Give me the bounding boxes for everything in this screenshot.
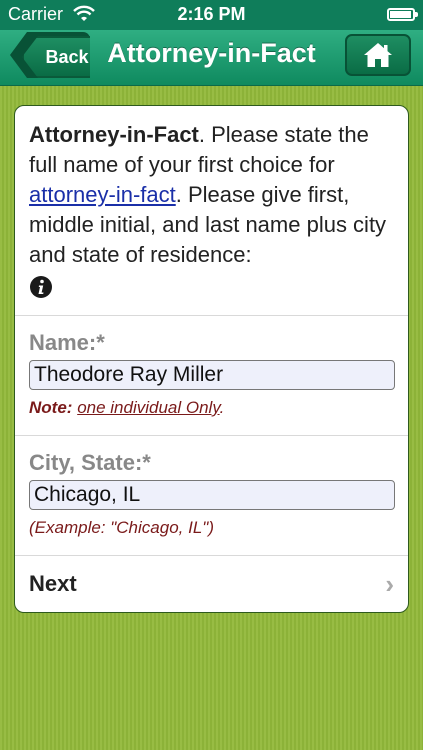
page-title: Attorney-in-Fact xyxy=(107,38,316,68)
battery-icon xyxy=(387,8,418,21)
intro-heading: Attorney-in-Fact xyxy=(29,122,199,147)
status-bar: Carrier 2:16 PM xyxy=(0,0,423,30)
name-input[interactable] xyxy=(29,360,395,390)
back-button-frame[interactable]: Back xyxy=(10,32,90,78)
info-icon[interactable] xyxy=(29,275,53,299)
intro-section: Attorney-in-Fact. Please state the full … xyxy=(15,106,408,316)
city-field-section: City, State:* (Example: "Chicago, IL") xyxy=(15,436,408,556)
home-button[interactable] xyxy=(345,34,411,76)
chevron-right-icon: › xyxy=(385,568,394,599)
name-label: Name:* xyxy=(29,330,105,355)
note-end: . xyxy=(219,398,225,417)
back-button[interactable]: Back xyxy=(22,36,90,78)
form-card: Attorney-in-Fact. Please state the full … xyxy=(14,105,409,613)
nav-bar: Back Attorney-in-Fact xyxy=(0,30,423,86)
note-link[interactable]: one individual Only xyxy=(77,398,219,417)
city-label: City, State:* xyxy=(29,450,151,475)
clock: 2:16 PM xyxy=(177,4,246,24)
note-label: Note: xyxy=(29,398,73,417)
home-icon xyxy=(364,43,392,67)
name-note: Note: one individual Only. xyxy=(29,398,394,418)
next-label: Next xyxy=(29,571,77,596)
name-field-section: Name:* Note: one individual Only. xyxy=(15,316,408,436)
city-state-input[interactable] xyxy=(29,480,395,510)
city-example: (Example: "Chicago, IL") xyxy=(29,518,214,537)
next-row[interactable]: Next › xyxy=(15,556,408,612)
attorney-in-fact-link[interactable]: attorney-in-fact xyxy=(29,182,176,207)
